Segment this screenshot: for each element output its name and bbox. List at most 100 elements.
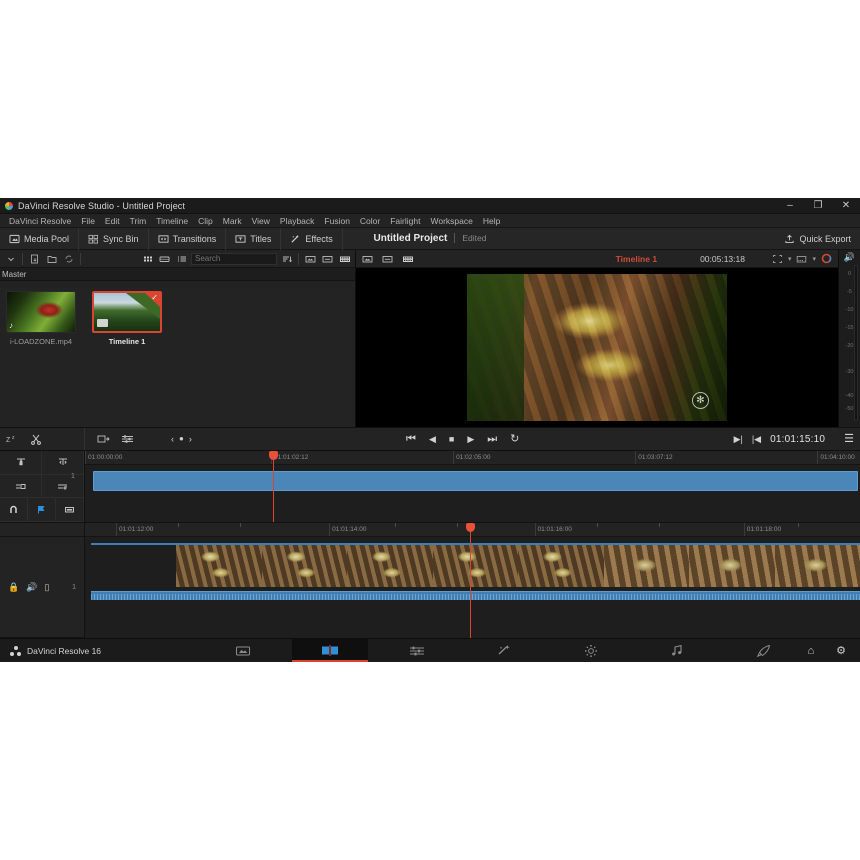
transform-handle-icon[interactable]: ✻ — [692, 392, 709, 409]
jump-to-end-button[interactable]: ⏭ — [487, 433, 497, 445]
clip-thumbnail[interactable]: ✓ — [92, 291, 162, 333]
clip-info-icon[interactable] — [320, 252, 335, 266]
chevron-down-icon[interactable]: ▾ — [788, 255, 792, 263]
playhead-detail[interactable] — [466, 523, 476, 638]
timeline-clip-audio[interactable] — [91, 591, 860, 600]
play-reverse-button[interactable]: ◀ — [429, 434, 436, 444]
timeline-ruler-overview[interactable]: 01:00:00:00 01:01:02:12 01:02:05:00 01:0… — [85, 451, 860, 465]
maximize-icon[interactable]: ❐ — [804, 198, 832, 214]
minimize-icon[interactable]: – — [776, 198, 804, 214]
jump-to-start-button[interactable]: ⏮ — [406, 433, 416, 445]
options-menu-icon[interactable]: ☰ — [844, 433, 854, 445]
flag-marker-icon[interactable] — [28, 498, 56, 523]
header-ruler-spacer — [0, 523, 84, 537]
close-icon[interactable]: ✕ — [832, 198, 860, 214]
color-page-icon — [584, 644, 597, 657]
menu-fairlight[interactable]: Fairlight — [385, 214, 425, 228]
tab-color[interactable] — [553, 639, 629, 662]
position-lock-icon[interactable] — [56, 498, 84, 523]
search-input[interactable] — [191, 252, 277, 265]
speaker-icon[interactable]: 🔊 — [844, 252, 855, 262]
chevron-down-icon[interactable] — [3, 252, 18, 266]
overview-track[interactable]: 1 — [71, 465, 860, 522]
tool-row-bottom — [0, 498, 84, 523]
filmstrip-view-icon[interactable] — [157, 252, 172, 266]
tab-media[interactable] — [205, 639, 281, 662]
viewer-options-icon[interactable] — [794, 252, 809, 265]
media-pool-button[interactable]: Media Pool — [0, 227, 80, 250]
chevron-down-icon[interactable]: ▾ — [812, 255, 816, 263]
stop-button[interactable]: ■ — [449, 434, 454, 444]
insert-clip-icon[interactable] — [97, 432, 111, 446]
tab-edit[interactable] — [379, 639, 455, 662]
menu-file[interactable]: File — [76, 214, 100, 228]
import-media-icon[interactable] — [27, 252, 42, 266]
dual-viewer-icon[interactable] — [400, 252, 415, 265]
audio-link-icon[interactable] — [42, 474, 84, 499]
quick-export-button[interactable]: Quick Export — [775, 234, 860, 244]
timeline-clip-overview[interactable] — [93, 471, 858, 491]
menu-timeline[interactable]: Timeline — [151, 214, 193, 228]
transitions-button[interactable]: Transitions — [149, 227, 227, 250]
list-item[interactable]: ♪ i-LOADZONE.mp4 — [6, 291, 76, 427]
ruler-label: 01:02:05:00 — [456, 454, 491, 461]
out-point-icon[interactable]: ▶| — [734, 434, 743, 444]
menu-mark[interactable]: Mark — [218, 214, 247, 228]
sort-icon[interactable] — [279, 252, 294, 266]
play-forward-button[interactable]: ▶ — [467, 434, 474, 444]
menu-color[interactable]: Color — [355, 214, 385, 228]
marker-dot-icon[interactable]: ● — [179, 435, 184, 443]
snooze-icon[interactable]: Zz — [5, 432, 19, 446]
in-point-icon[interactable]: |◀ — [752, 434, 761, 444]
list-view-icon[interactable] — [174, 252, 189, 266]
video-frame[interactable]: ✻ — [467, 274, 727, 421]
menu-clip[interactable]: Clip — [193, 214, 218, 228]
snap-magnet-icon[interactable] — [0, 498, 28, 523]
menu-workspace[interactable]: Workspace — [425, 214, 477, 228]
mixer-icon[interactable] — [121, 432, 135, 446]
enhanced-viewer-icon[interactable] — [770, 252, 785, 265]
quick-export-label: Quick Export — [799, 233, 851, 244]
new-bin-icon[interactable] — [44, 252, 59, 266]
effects-button[interactable]: Effects — [281, 227, 343, 250]
menu-fusion[interactable]: Fusion — [319, 214, 355, 228]
sync-icon[interactable] — [61, 252, 76, 266]
menu-help[interactable]: Help — [478, 214, 505, 228]
audio-mute-icon[interactable]: 🔊 — [26, 582, 37, 592]
viewer-stage[interactable]: ✻ — [356, 268, 838, 427]
playhead-overview[interactable] — [268, 451, 278, 522]
filmstrip-icon[interactable] — [337, 252, 352, 266]
timeline-viewer-icon[interactable] — [380, 252, 395, 265]
lock-icon[interactable]: 🔒 — [8, 582, 19, 592]
tab-deliver[interactable] — [726, 639, 802, 662]
color-wheel-icon[interactable] — [819, 252, 834, 265]
tab-fairlight[interactable] — [639, 639, 715, 662]
menu-trim[interactable]: Trim — [125, 214, 152, 228]
settings-gear-icon[interactable]: ⚙ — [836, 644, 846, 657]
scissors-icon[interactable] — [29, 432, 43, 446]
flag-icon[interactable] — [42, 451, 84, 475]
timeline-clip-video[interactable] — [91, 543, 860, 591]
sync-bin-button[interactable]: Sync Bin — [79, 227, 149, 250]
video-track-1[interactable] — [85, 537, 860, 638]
source-viewer-icon[interactable] — [360, 252, 375, 265]
marker-next-button[interactable]: › — [189, 434, 192, 444]
tab-fusion[interactable] — [466, 639, 542, 662]
menu-davinci-resolve[interactable]: DaVinci Resolve — [4, 214, 76, 228]
home-icon[interactable]: ⌂ — [807, 645, 814, 657]
metadata-icon[interactable] — [303, 252, 318, 266]
thumbnail-view-icon[interactable] — [140, 252, 155, 266]
marker-prev-button[interactable]: ‹ — [171, 434, 174, 444]
tab-cut[interactable] — [292, 639, 369, 662]
titles-button[interactable]: Titles — [226, 227, 282, 250]
loop-button[interactable]: ↻ — [510, 433, 519, 445]
trim-lock-icon[interactable] — [0, 451, 42, 475]
clip-thumbnail[interactable]: ♪ — [6, 291, 76, 333]
menu-view[interactable]: View — [247, 214, 275, 228]
menu-playback[interactable]: Playback — [275, 214, 320, 228]
menu-edit[interactable]: Edit — [100, 214, 125, 228]
list-item[interactable]: ✓ Timeline 1 — [92, 291, 162, 427]
breadcrumb[interactable]: Master — [0, 268, 355, 281]
video-monitor-icon[interactable]: ▯ — [44, 582, 49, 592]
link-unlink-icon[interactable] — [0, 474, 42, 499]
